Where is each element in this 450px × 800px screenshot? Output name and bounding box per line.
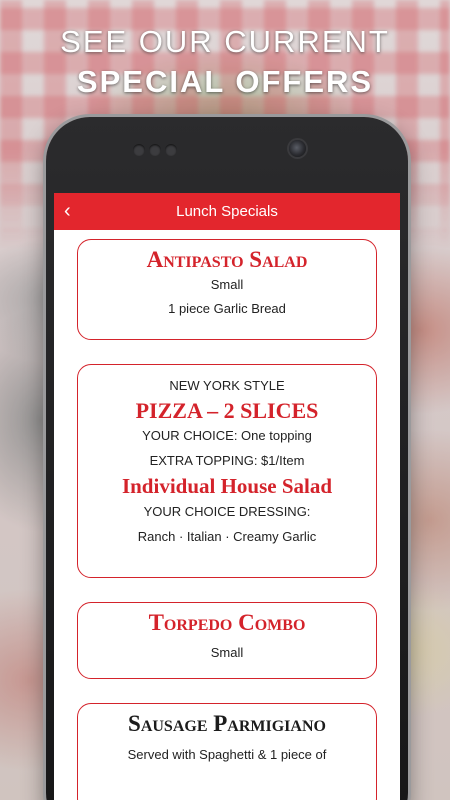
special-detail: Served with Spaghetti & 1 piece of [127, 747, 327, 762]
special-card-sausage[interactable]: Sausage Parmigiano Served with Spaghetti… [77, 703, 377, 800]
special-detail: YOUR CHOICE: One topping [142, 428, 312, 443]
promo-line-2: SPECIAL OFFERS [76, 64, 374, 99]
special-detail: Small [210, 277, 244, 292]
promo-line-1: SEE OUR CURRENT [60, 24, 390, 59]
special-detail: EXTRA TOPPING: $1/Item [149, 453, 305, 468]
app-screen: ‹ Lunch Specials Antipasto Salad Small 1… [54, 193, 400, 800]
special-overline: NEW YORK STYLE [169, 378, 285, 393]
phone-frame: ‹ Lunch Specials Antipasto Salad Small 1… [46, 117, 408, 800]
special-name: Torpedo Combo [148, 610, 306, 635]
special-detail: YOUR CHOICE DRESSING: [143, 504, 311, 519]
back-chevron-icon[interactable]: ‹ [64, 199, 71, 223]
promo-headline: SEE OUR CURRENT SPECIAL OFFERS [0, 22, 450, 102]
special-card-torpedo[interactable]: Torpedo Combo Small [77, 602, 377, 679]
special-detail: 1 piece Garlic Bread [168, 301, 286, 316]
phone-speaker [133, 144, 177, 156]
specials-list: Antipasto Salad Small 1 piece Garlic Bre… [54, 230, 400, 800]
page-title: Lunch Specials [176, 203, 278, 220]
special-name: PIZZA – 2 SLICES [135, 398, 319, 423]
app-bar: ‹ Lunch Specials [54, 193, 400, 230]
phone-camera [289, 140, 306, 157]
special-side-name: Individual House Salad [121, 474, 333, 498]
special-card-pizza[interactable]: NEW YORK STYLE PIZZA – 2 SLICES YOUR CHO… [77, 364, 377, 578]
special-card-antipasto[interactable]: Antipasto Salad Small 1 piece Garlic Bre… [77, 239, 377, 340]
special-name: Antipasto Salad [146, 247, 308, 272]
special-name: Sausage Parmigiano [128, 711, 326, 736]
special-detail: Small [210, 645, 244, 660]
special-detail: Ranch · Italian · Creamy Garlic [137, 529, 317, 544]
